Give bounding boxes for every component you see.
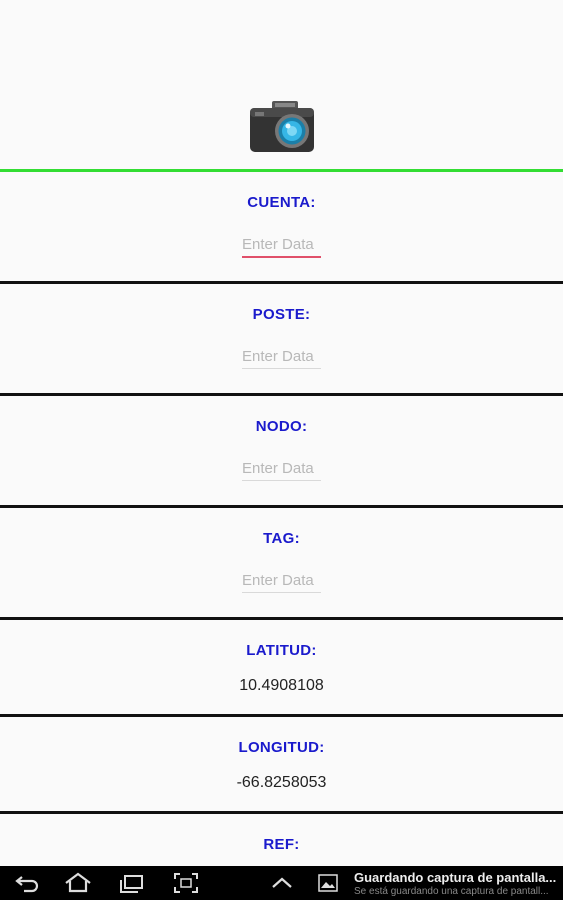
poste-input[interactable] (242, 344, 321, 369)
latitud-value: 10.4908108 (239, 677, 324, 694)
ref-label: REF: (263, 836, 300, 853)
tag-input[interactable] (242, 568, 321, 593)
menu-up-button[interactable] (266, 870, 298, 896)
camera-button[interactable] (248, 98, 316, 156)
longitud-label: LONGITUD: (238, 739, 325, 756)
section-latitud: LATITUD: 10.4908108 (0, 617, 563, 714)
poste-label: POSTE: (252, 306, 311, 323)
camera-icon (250, 101, 314, 152)
cuenta-input[interactable] (242, 232, 321, 258)
section-poste: POSTE: (0, 281, 563, 393)
nodo-input[interactable] (242, 456, 321, 481)
section-nodo: NODO: (0, 393, 563, 505)
notification-title: Guardando captura de pantalla... (354, 870, 557, 885)
recent-apps-button[interactable] (116, 870, 148, 896)
nodo-label: NODO: (255, 418, 308, 435)
image-icon (318, 874, 338, 892)
home-button[interactable] (62, 870, 94, 896)
section-longitud: LONGITUD: -66.8258053 (0, 714, 563, 811)
section-ref: REF: (0, 811, 563, 866)
recent-apps-icon (120, 875, 143, 893)
notification-subtitle: Se está guardando una captura de pantall… (354, 886, 549, 897)
screenshot-icon (174, 873, 198, 893)
section-cuenta: CUENTA: (0, 172, 563, 281)
system-navigation-bar: Guardando captura de pantalla... Se está… (0, 866, 563, 900)
chevron-up-icon (272, 877, 292, 888)
home-icon (65, 872, 91, 893)
app-screen: CUENTA: POSTE: NODO: TAG: LATITUD: 10.49… (0, 0, 563, 900)
longitud-value: -66.8258053 (236, 774, 327, 791)
cuenta-label: CUENTA: (247, 194, 316, 211)
latitud-label: LATITUD: (246, 642, 317, 659)
header (0, 0, 563, 169)
tag-label: TAG: (263, 530, 300, 547)
screenshot-button[interactable] (170, 870, 202, 896)
back-icon (15, 876, 39, 893)
notification[interactable]: Guardando captura de pantalla... Se está… (314, 866, 563, 900)
section-tag: TAG: (0, 505, 563, 617)
back-button[interactable] (12, 870, 44, 896)
